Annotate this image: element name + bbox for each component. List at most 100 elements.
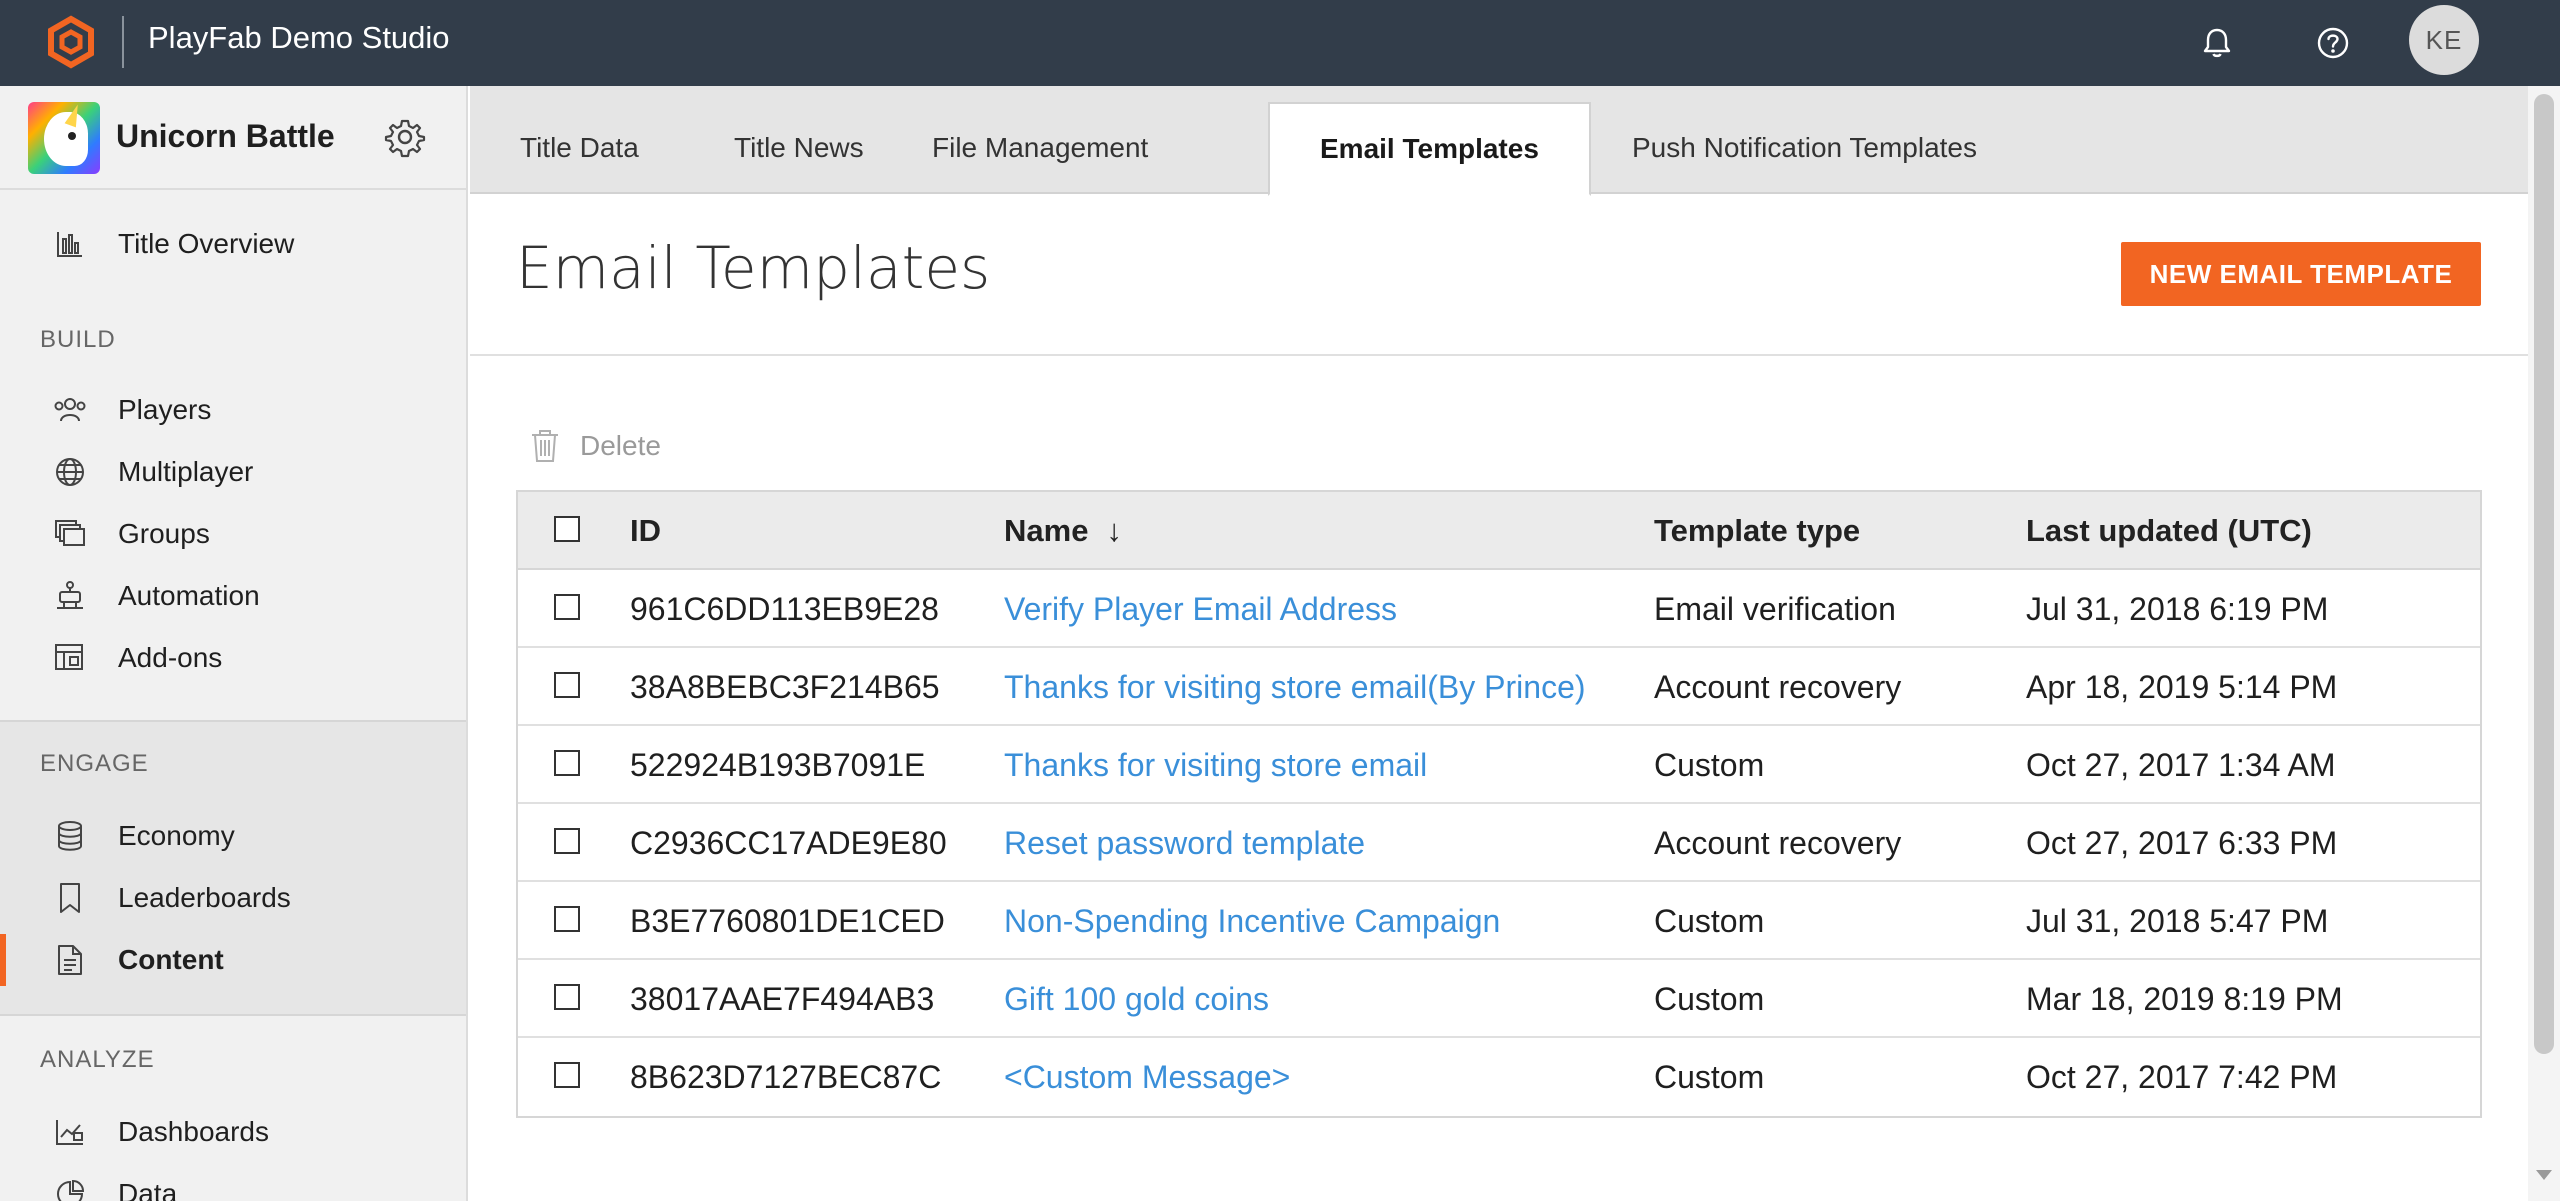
page-title: Email Templates: [516, 234, 991, 302]
studio-name[interactable]: PlayFab Demo Studio: [148, 18, 450, 58]
template-id: 8B623D7127BEC87C: [630, 1058, 942, 1095]
table-row: 522924B193B7091E Thanks for visiting sto…: [518, 726, 2480, 804]
template-id: 38A8BEBC3F214B65: [630, 668, 940, 705]
database-icon: [52, 818, 88, 854]
sidebar-item-content[interactable]: Content: [0, 930, 466, 990]
sidebar-item-data[interactable]: Data: [0, 1164, 466, 1201]
template-id: C2936CC17ADE9E80: [630, 824, 947, 861]
template-name-link[interactable]: Non-Spending Incentive Campaign: [1004, 882, 1500, 960]
template-name-link[interactable]: Thanks for visiting store email(By Princ…: [1004, 648, 1586, 726]
scrollbar-thumb[interactable]: [2534, 94, 2554, 1054]
tab-title-data[interactable]: Title Data: [470, 102, 689, 194]
tab-title-news[interactable]: Title News: [684, 102, 914, 194]
bar-chart-icon: [52, 226, 88, 262]
sidebar-item-multiplayer[interactable]: Multiplayer: [0, 442, 466, 502]
bookmark-icon: [52, 880, 88, 916]
help-icon[interactable]: [2310, 20, 2356, 66]
table-row: 961C6DD113EB9E28 Verify Player Email Add…: [518, 570, 2480, 648]
sidebar-item-label: Dashboards: [118, 1116, 269, 1147]
sidebar-item-economy[interactable]: Economy: [0, 806, 466, 866]
sidebar-item-label: Groups: [118, 518, 210, 549]
section-label-engage: ENGAGE: [40, 750, 149, 777]
sidebar-item-label: Content: [118, 944, 224, 975]
row-checkbox[interactable]: [554, 984, 580, 1010]
sidebar-item-automation[interactable]: Automation: [0, 566, 466, 626]
game-logo[interactable]: [28, 102, 100, 174]
game-name[interactable]: Unicorn Battle: [116, 118, 335, 155]
column-header-name-label: Name: [1004, 513, 1089, 548]
template-id: 522924B193B7091E: [630, 746, 926, 783]
gear-icon[interactable]: [384, 116, 426, 158]
template-type: Custom: [1654, 980, 1765, 1017]
last-updated: Oct 27, 2017 7:42 PM: [2026, 1058, 2338, 1095]
last-updated: Jul 31, 2018 5:47 PM: [2026, 902, 2329, 939]
sidebar-item-label: Multiplayer: [118, 456, 254, 487]
last-updated: Jul 31, 2018 6:19 PM: [2026, 590, 2329, 627]
table-row: 8B623D7127BEC87C <Custom Message> Custom…: [518, 1038, 2480, 1116]
sidebar-item-label: Economy: [118, 820, 235, 851]
tab-file-management[interactable]: File Management: [882, 102, 1198, 194]
sidebar-item-groups[interactable]: Groups: [0, 504, 466, 564]
column-header-template-type[interactable]: Template type: [1654, 492, 1860, 570]
row-checkbox[interactable]: [554, 672, 580, 698]
template-name-link[interactable]: Thanks for visiting store email: [1004, 726, 1427, 804]
template-type: Custom: [1654, 902, 1765, 939]
tab-bar: Title Data Title News File Management Em…: [470, 86, 2528, 196]
table-row: 38017AAE7F494AB3 Gift 100 gold coins Cus…: [518, 960, 2480, 1038]
template-id: 961C6DD113EB9E28: [630, 590, 939, 627]
column-header-id[interactable]: ID: [630, 492, 661, 570]
email-templates-table: ID Name ↓ Template type Last updated (UT…: [516, 490, 2482, 1118]
playfab-logo-icon[interactable]: [44, 15, 98, 69]
select-all-checkbox[interactable]: [554, 516, 580, 542]
row-checkbox[interactable]: [554, 1062, 580, 1088]
trash-icon: [532, 430, 558, 462]
sort-descending-icon: ↓: [1106, 513, 1122, 548]
template-name-link[interactable]: Verify Player Email Address: [1004, 570, 1397, 648]
avatar[interactable]: KE: [2409, 5, 2479, 75]
table-row: B3E7760801DE1CED Non-Spending Incentive …: [518, 882, 2480, 960]
template-id: B3E7760801DE1CED: [630, 902, 945, 939]
top-bar: PlayFab Demo Studio KE: [0, 0, 2560, 86]
section-label-analyze: ANALYZE: [40, 1046, 155, 1073]
document-icon: [52, 942, 88, 978]
new-email-template-button[interactable]: NEW EMAIL TEMPLATE: [2121, 242, 2481, 306]
template-name-link[interactable]: Reset password template: [1004, 804, 1365, 882]
bell-icon[interactable]: [2194, 20, 2240, 66]
groups-icon: [52, 516, 88, 552]
template-name-link[interactable]: <Custom Message>: [1004, 1038, 1290, 1116]
sidebar: Unicorn Battle Title Overview BUILD Play…: [0, 86, 468, 1201]
column-header-last-updated[interactable]: Last updated (UTC): [2026, 492, 2312, 570]
delete-button[interactable]: Delete: [530, 428, 661, 464]
add-ons-icon: [52, 640, 88, 676]
globe-icon: [52, 454, 88, 490]
sidebar-item-label: Players: [118, 394, 212, 425]
sidebar-item-leaderboards[interactable]: Leaderboards: [0, 868, 466, 928]
tab-email-templates[interactable]: Email Templates: [1268, 102, 1591, 196]
sidebar-item-add-ons[interactable]: Add-ons: [0, 628, 466, 688]
robot-icon: [52, 578, 88, 614]
game-header: Unicorn Battle: [0, 86, 466, 190]
table-row: 38A8BEBC3F214B65 Thanks for visiting sto…: [518, 648, 2480, 726]
last-updated: Oct 27, 2017 1:34 AM: [2026, 746, 2336, 783]
template-type: Custom: [1654, 746, 1765, 783]
template-type: Email verification: [1654, 590, 1896, 627]
sidebar-item-title-overview[interactable]: Title Overview: [0, 214, 466, 274]
row-checkbox[interactable]: [554, 594, 580, 620]
last-updated: Apr 18, 2019 5:14 PM: [2026, 668, 2338, 705]
template-type: Custom: [1654, 1058, 1765, 1095]
column-header-name[interactable]: Name ↓: [1004, 492, 1122, 570]
row-checkbox[interactable]: [554, 750, 580, 776]
delete-label: Delete: [580, 430, 661, 461]
sidebar-item-players[interactable]: Players: [0, 380, 466, 440]
sidebar-item-label: Title Overview: [118, 228, 295, 259]
template-name-link[interactable]: Gift 100 gold coins: [1004, 960, 1269, 1038]
tab-push-notification-templates[interactable]: Push Notification Templates: [1582, 102, 2027, 194]
data-icon: [52, 1176, 88, 1201]
template-type: Account recovery: [1654, 824, 1902, 861]
table-header: ID Name ↓ Template type Last updated (UT…: [518, 492, 2480, 570]
sidebar-item-dashboards[interactable]: Dashboards: [0, 1102, 466, 1162]
scroll-down-arrow-icon[interactable]: [2536, 1170, 2552, 1180]
row-checkbox[interactable]: [554, 828, 580, 854]
page-scrollbar[interactable]: [2528, 86, 2560, 1201]
row-checkbox[interactable]: [554, 906, 580, 932]
